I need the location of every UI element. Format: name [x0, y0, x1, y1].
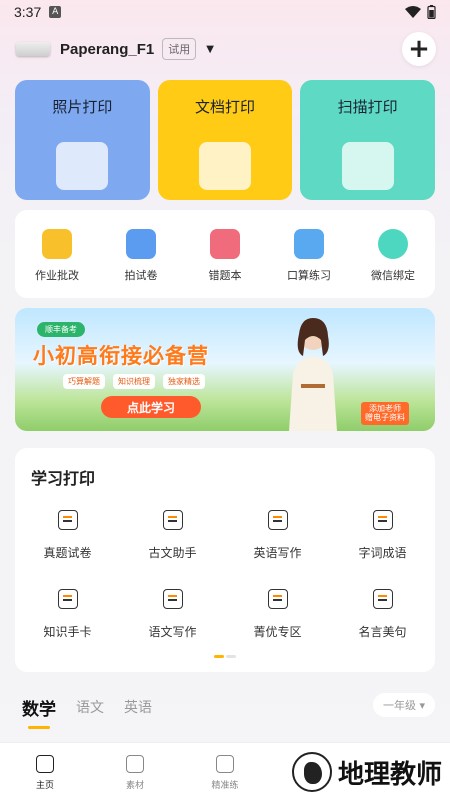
study-item-label: 名言美句 [358, 625, 407, 639]
teacher-illustration [289, 318, 337, 431]
grade-caret-icon: ▾ [419, 699, 425, 712]
study-item-exam-paper[interactable]: 真题试卷 [15, 510, 120, 561]
homework-check-icon [42, 229, 72, 259]
device-name[interactable]: Paperang_F1 [60, 41, 154, 58]
banner-cta-button[interactable]: 点此学习 [101, 396, 201, 418]
mental-math-icon [294, 229, 324, 259]
study-item-label: 字词成语 [358, 546, 407, 560]
subject-tabs: 数学 语文 英语 一年级 ▾ [22, 693, 435, 729]
page-dot-active [214, 655, 224, 658]
practice-icon [216, 755, 234, 773]
globe-logo-icon [291, 752, 332, 792]
promo-line-1: 添加老师 [369, 403, 401, 413]
study-print-section: 学习打印 真题试卷 古文助手 英语写作 字词成语 知识手卡 语文写作 菁优专区 [15, 448, 435, 672]
photo-icon [56, 142, 109, 190]
battery-icon [427, 5, 436, 19]
header: Paperang_F1 试用 ▼ + [16, 30, 436, 68]
home-icon [36, 755, 54, 773]
grade-select[interactable]: 一年级 ▾ [372, 693, 435, 717]
chinese-writing-icon [162, 589, 183, 609]
tool-label: 微信绑定 [371, 269, 415, 282]
nav-home[interactable]: 主页 [0, 743, 90, 800]
tool-mental-math[interactable]: 口算练习 [267, 210, 351, 298]
device-dropdown-icon[interactable]: ▼ [206, 44, 214, 55]
jingyou-zone-icon [267, 589, 288, 609]
study-item-english-writing[interactable]: 英语写作 [225, 510, 330, 561]
study-item-label: 真题试卷 [43, 546, 92, 560]
grade-value: 一年级 [382, 699, 416, 712]
tab-chinese[interactable]: 语文 [76, 695, 104, 717]
study-item-label: 古文助手 [148, 546, 197, 560]
banner-headline: 小初高衔接必备营 [33, 344, 209, 368]
status-time: 3:37 [14, 4, 42, 20]
nav-material[interactable]: 素材 [90, 743, 180, 800]
wechat-bind-icon [378, 229, 408, 259]
study-grid: 真题试卷 古文助手 英语写作 字词成语 知识手卡 语文写作 菁优专区 名言美句 [15, 510, 435, 640]
notification-icon: A [49, 6, 62, 18]
scan-print-label: 扫描打印 [337, 98, 398, 116]
banner-chip: 知识梳理 [113, 374, 155, 389]
scan-print-tile[interactable]: 扫描打印 [300, 80, 436, 200]
watermark: 地理教师 [291, 752, 442, 792]
trial-badge: 试用 [162, 38, 197, 60]
tool-label: 作业批改 [35, 269, 79, 282]
banner-chip: 巧算解题 [63, 374, 105, 389]
banner-chip: 独家精选 [163, 374, 205, 389]
add-device-button[interactable]: + [402, 32, 436, 66]
scanner-icon [341, 142, 394, 190]
banner-tag: 顺丰备考 [37, 322, 85, 337]
print-mode-tiles: 照片打印 文档打印 扫描打印 [15, 80, 436, 200]
nav-label: 精准练 [211, 781, 239, 791]
study-item-quotes[interactable]: 名言美句 [330, 589, 435, 640]
section-title: 学习打印 [31, 469, 96, 488]
status-bar: 3:37 A [0, 0, 450, 24]
study-item-label: 语文写作 [148, 625, 197, 639]
folder-icon [199, 142, 251, 190]
printer-thumbnail-icon [16, 42, 50, 56]
tool-label: 拍试卷 [124, 269, 158, 282]
study-item-label: 英语写作 [253, 546, 302, 560]
page-dot [226, 655, 236, 658]
study-item-idiom[interactable]: 字词成语 [330, 510, 435, 561]
photo-print-label: 照片打印 [52, 98, 113, 116]
nav-label: 主页 [35, 781, 54, 791]
tool-label: 口算练习 [287, 269, 331, 282]
nav-practice[interactable]: 精准练 [180, 743, 270, 800]
study-item-label: 菁优专区 [253, 625, 302, 639]
photo-print-tile[interactable]: 照片打印 [15, 80, 150, 200]
english-writing-icon [267, 510, 288, 530]
tool-photo-exam[interactable]: 拍试卷 [99, 210, 183, 298]
promo-banner[interactable]: 顺丰备考 小初高衔接必备营 巧算解题 知识梳理 独家精选 点此学习 添加老师 赠… [15, 308, 435, 431]
study-item-jingyou-zone[interactable]: 菁优专区 [225, 589, 330, 640]
idiom-book-icon [372, 510, 393, 530]
quotes-icon [372, 589, 393, 609]
banner-chips: 巧算解题 知识梳理 独家精选 [63, 374, 205, 389]
quick-tools: 作业批改 拍试卷 错题本 口算练习 微信绑定 [15, 210, 435, 298]
knowledge-card-icon [57, 589, 78, 609]
nav-label: 素材 [125, 781, 144, 791]
study-item-classical-text[interactable]: 古文助手 [120, 510, 225, 561]
tool-homework-check[interactable]: 作业批改 [15, 210, 99, 298]
tool-mistake-book[interactable]: 错题本 [183, 210, 267, 298]
promo-line-2: 赠电子资料 [365, 413, 405, 423]
tool-label: 错题本 [208, 269, 242, 282]
watermark-text: 地理教师 [337, 759, 442, 790]
mistake-book-icon [210, 229, 240, 259]
study-item-chinese-writing[interactable]: 语文写作 [120, 589, 225, 640]
document-print-tile[interactable]: 文档打印 [157, 80, 293, 200]
tab-math[interactable]: 数学 [22, 695, 56, 729]
tab-english[interactable]: 英语 [124, 695, 152, 717]
study-item-label: 知识手卡 [43, 625, 92, 639]
material-icon [126, 755, 144, 773]
wifi-icon [405, 6, 421, 18]
study-item-knowledge-card[interactable]: 知识手卡 [15, 589, 120, 640]
banner-promo: 添加老师 赠电子资料 [361, 401, 409, 425]
document-print-label: 文档打印 [195, 98, 256, 116]
classical-text-icon [162, 510, 183, 530]
photo-exam-icon [126, 229, 156, 259]
tool-wechat-bind[interactable]: 微信绑定 [351, 210, 435, 298]
exam-paper-icon [57, 510, 78, 530]
page-indicator [214, 655, 236, 658]
